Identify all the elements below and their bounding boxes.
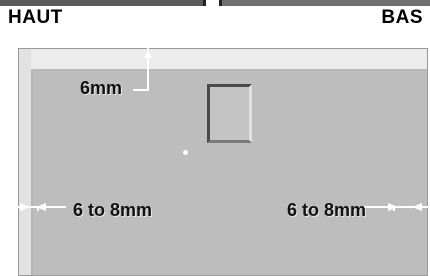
top-leader bbox=[133, 58, 149, 91]
heading-haut: HAUT bbox=[8, 7, 63, 28]
left-tab-strip bbox=[0, 0, 206, 6]
right-tab-strip bbox=[219, 0, 430, 6]
right-arrow-left bbox=[412, 203, 422, 211]
top-arrow-up bbox=[144, 34, 152, 44]
right-margin-label: 6 to 8mm bbox=[287, 200, 367, 220]
top-arrow-down bbox=[144, 50, 152, 58]
heading-bas: BAS bbox=[381, 7, 423, 28]
left-arrow-right bbox=[20, 203, 30, 211]
top-margin-label: 6mm bbox=[80, 78, 123, 98]
margin-diagram: 6mm 6 to 8mm 6 to 8mm bbox=[0, 30, 430, 276]
left-margin-label: 6 to 8mm bbox=[73, 200, 153, 220]
dimension-arrows bbox=[0, 30, 430, 211]
